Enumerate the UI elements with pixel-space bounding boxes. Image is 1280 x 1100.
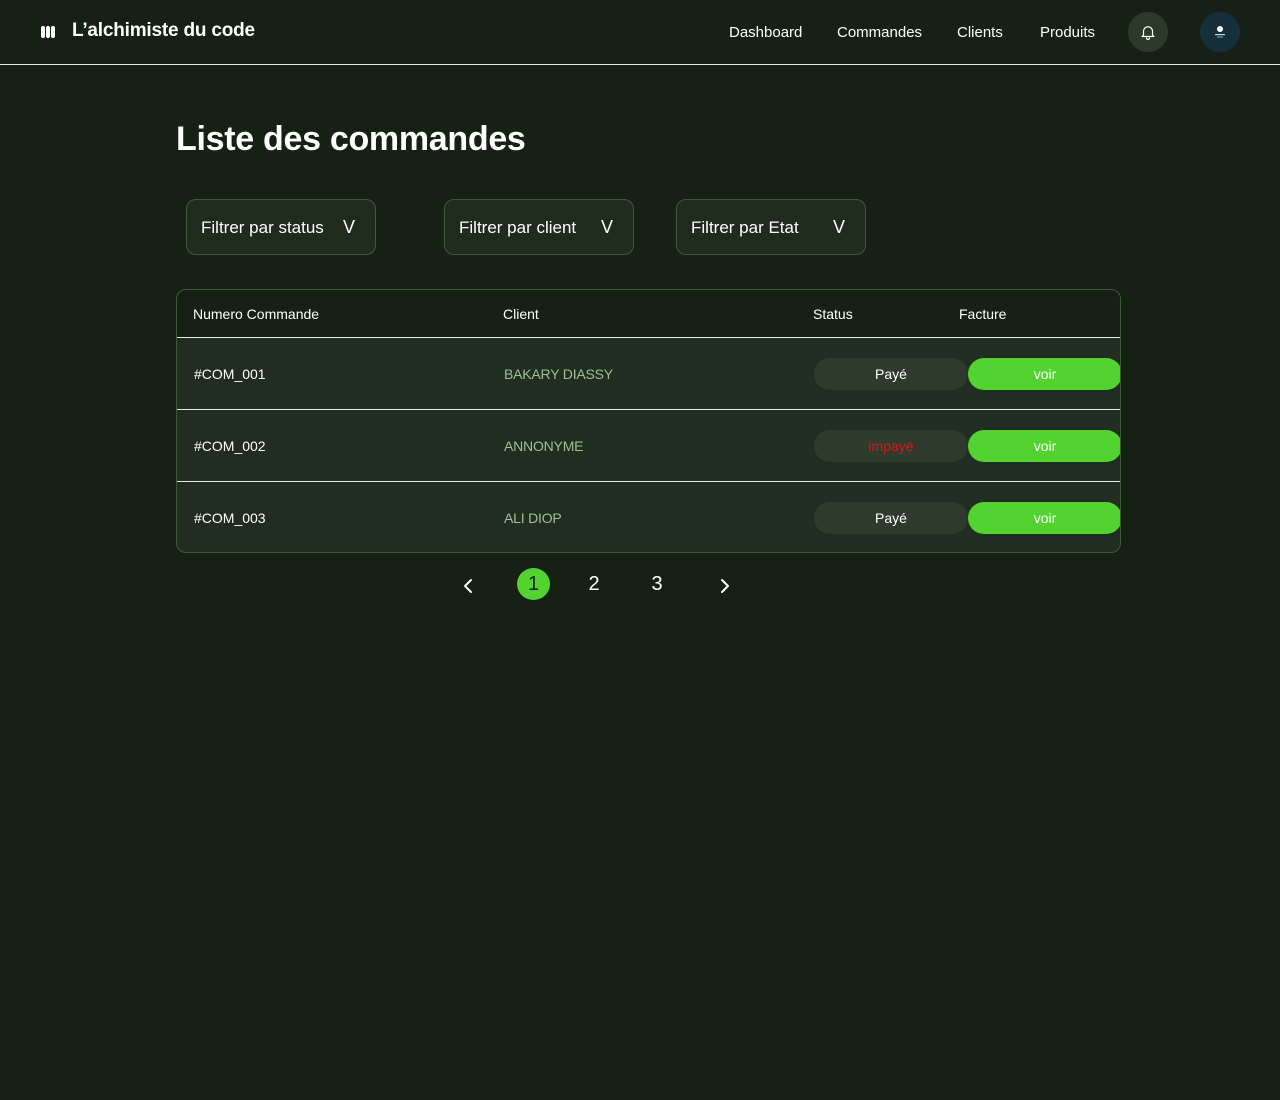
table-header: Numero Commande Client Status Facture (177, 290, 1120, 338)
avatar[interactable] (1200, 12, 1240, 52)
page-1-button[interactable]: 1 (517, 568, 550, 600)
view-invoice-button[interactable]: voir (968, 358, 1120, 390)
filter-status-dropdown[interactable]: Filtrer par status V (186, 199, 376, 255)
table-row: #COM_002 ANNONYME impayé voir (177, 410, 1120, 482)
chevron-left-icon[interactable] (458, 576, 478, 596)
avatar-icon (1215, 26, 1225, 38)
page-3-button[interactable]: 3 (640, 568, 674, 600)
chevron-down-icon: V (600, 217, 613, 237)
order-client: BAKARY DIASSY (504, 366, 613, 382)
filter-client-dropdown[interactable]: Filtrer par client V (444, 199, 634, 255)
nav-item-dashboard[interactable]: Dashboard (729, 24, 802, 41)
column-header-client: Client (503, 306, 539, 322)
status-badge: Payé (814, 502, 968, 534)
view-invoice-button[interactable]: voir (968, 430, 1120, 462)
order-number: #COM_001 (194, 366, 266, 382)
status-badge: Payé (814, 358, 968, 390)
column-header-numero: Numero Commande (193, 306, 320, 322)
status-badge: impayé (814, 430, 968, 462)
bell-icon (1141, 26, 1155, 41)
table-row: #COM_003 ALI DIOP Payé voir (177, 482, 1120, 552)
page-2-button[interactable]: 2 (577, 568, 611, 600)
filter-client-label: Filtrer par client (459, 218, 577, 237)
chevron-down-icon: V (832, 217, 845, 237)
orders-table: Numero Commande Client Status Facture #C… (176, 289, 1121, 553)
nav-item-produits[interactable]: Produits (1040, 24, 1095, 41)
logo-icon[interactable] (41, 25, 55, 39)
order-client: ANNONYME (504, 438, 584, 454)
view-invoice-button[interactable]: voir (968, 502, 1120, 534)
order-number: #COM_003 (194, 510, 266, 526)
filter-status-label: Filtrer par status (201, 218, 324, 237)
brand-name[interactable]: L’alchimiste du code (72, 20, 255, 42)
top-navbar: L’alchimiste du code Dashboard Commandes… (0, 0, 1280, 65)
chevron-right-icon[interactable] (715, 576, 735, 596)
table-row: #COM_001 BAKARY DIASSY Payé voir (177, 338, 1120, 410)
filter-etat-label: Filtrer par Etat (691, 218, 799, 237)
notifications-button[interactable] (1128, 12, 1168, 52)
column-header-status: Status (813, 306, 853, 322)
column-header-facture: Facture (959, 306, 1007, 322)
nav-item-clients[interactable]: Clients (957, 24, 1003, 41)
chevron-down-icon: V (342, 217, 355, 237)
page-title: Liste des commandes (176, 120, 526, 158)
order-number: #COM_002 (194, 438, 266, 454)
order-client: ALI DIOP (504, 510, 562, 526)
nav-item-commandes[interactable]: Commandes (837, 24, 922, 41)
filter-etat-dropdown[interactable]: Filtrer par Etat V (676, 199, 866, 255)
